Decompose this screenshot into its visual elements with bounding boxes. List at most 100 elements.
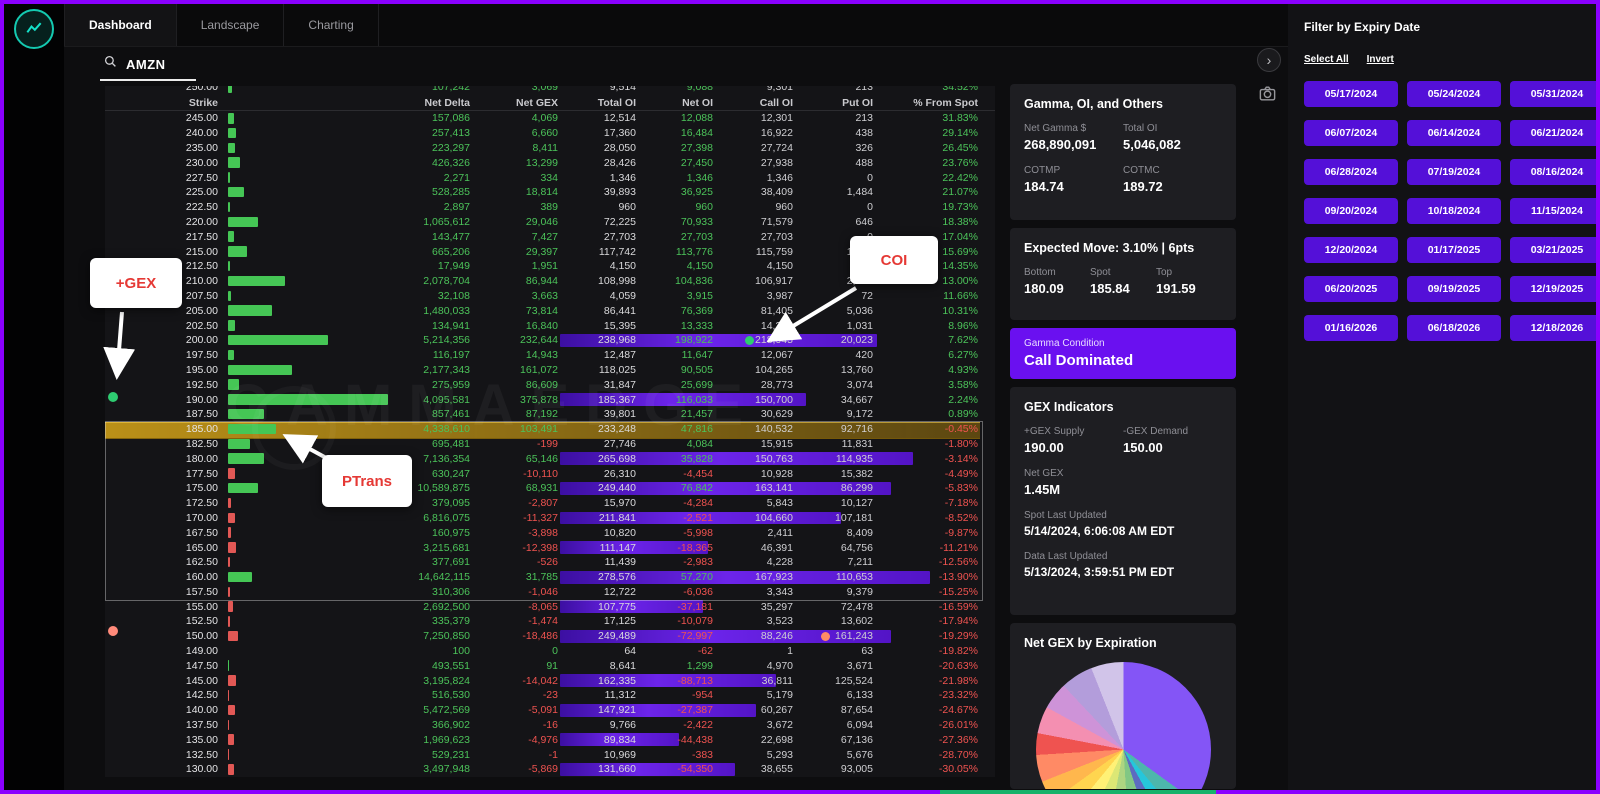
expiry-date-button[interactable]: 05/24/2024: [1407, 81, 1501, 107]
expiry-date-button[interactable]: 07/19/2024: [1407, 159, 1501, 185]
table-row[interactable]: 130.00 3,497,948 -5,869 131,660 -54,350 38,65…: [105, 762, 995, 777]
ticker-value[interactable]: AMZN: [126, 57, 166, 72]
expiry-date-button[interactable]: 09/19/2025: [1407, 276, 1501, 302]
table-row[interactable]: 165.00 3,215,681 -12,398 111,147 -18,365 46,3…: [105, 540, 995, 555]
table-row[interactable]: 187.50 857,461 87,192 39,801 21,457 30,629 9,1…: [105, 407, 995, 422]
table-row[interactable]: 202.50 134,941 16,840 15,395 13,333 14,364 1,0…: [105, 318, 995, 333]
cell-net-oi: 1,346: [686, 171, 713, 184]
stat-field: Bottom 180.09: [1024, 267, 1090, 296]
table-row[interactable]: 185.00 4,338,610 103,491 233,248 47,816 140,5…: [105, 421, 995, 439]
table-row[interactable]: 220.00 1,065,612 29,046 72,225 70,933 71,579 6…: [105, 215, 995, 230]
table-row[interactable]: 132.50 529,231 -1 10,969 -383 5,293 5,676 -28.7…: [105, 747, 995, 762]
table-row[interactable]: 175.00 10,589,875 68,931 249,440 76,842 163,1…: [105, 481, 995, 496]
table-row[interactable]: 205.00 1,480,033 73,814 86,441 76,369 81,405 5…: [105, 303, 995, 318]
cell-total-oi: 185,367: [598, 393, 636, 406]
expiry-date-button[interactable]: 05/31/2024: [1510, 81, 1600, 107]
table-row[interactable]: 222.50 2,897 389 960 960 960 0 19.73%: [105, 200, 995, 215]
cell-net-oi: 16,484: [680, 127, 713, 140]
cell-net-delta: 4,095,581: [423, 393, 470, 406]
table-row[interactable]: 140.00 5,472,569 -5,091 147,921 -27,387 60,26…: [105, 703, 995, 718]
table-row[interactable]: 135.00 1,969,623 -4,976 89,834 -44,438 22,698…: [105, 732, 995, 747]
table-row[interactable]: 152.50 335,379 -1,474 17,125 -10,079 3,523 13,…: [105, 614, 995, 629]
table-row[interactable]: 200.00 5,214,356 232,644 238,968 198,922 218,…: [105, 333, 995, 348]
table-row[interactable]: 157.50 310,306 -1,046 12,722 -6,036 3,343 9,37…: [105, 585, 995, 600]
cell-net-delta: 528,285: [432, 186, 470, 199]
cell-call-oi: 167,923: [755, 571, 793, 584]
tab-charting[interactable]: Charting: [284, 4, 379, 46]
table-row[interactable]: 240.00 257,413 6,660 17,360 16,484 16,922 438 2…: [105, 126, 995, 141]
table-row[interactable]: 190.00 4,095,581 375,878 185,367 116,033 150,…: [105, 392, 995, 407]
tab-landscape[interactable]: Landscape: [177, 4, 285, 46]
cell-pct-from-spot: 22.42%: [942, 171, 978, 184]
brand-logo-icon[interactable]: [14, 9, 54, 49]
expiry-date-button[interactable]: 06/18/2026: [1407, 315, 1501, 341]
cell-net-oi: 9,088: [686, 86, 713, 94]
table-row[interactable]: 192.50 275,959 86,609 31,847 25,699 28,773 3,0…: [105, 377, 995, 392]
stat-label: -GEX Demand: [1123, 426, 1189, 437]
expiry-date-button[interactable]: 09/20/2024: [1304, 198, 1398, 224]
column-header: Call OI: [759, 96, 793, 109]
cell-pct-from-spot: 8.96%: [948, 319, 978, 332]
select-all-link[interactable]: Select All: [1304, 54, 1349, 65]
expiry-date-button[interactable]: 06/14/2024: [1407, 120, 1501, 146]
expiry-date-button[interactable]: 12/20/2024: [1304, 237, 1398, 263]
expiry-date-button[interactable]: 12/19/2025: [1510, 276, 1600, 302]
collapse-chevron-button[interactable]: ›: [1257, 48, 1281, 72]
expiry-date-button[interactable]: 01/16/2026: [1304, 315, 1398, 341]
table-row[interactable]: 155.00 2,692,500 -8,065 107,775 -37,181 35,29…: [105, 599, 995, 614]
table-row[interactable]: 162.50 377,691 -526 11,439 -2,983 4,228 7,211 -…: [105, 555, 995, 570]
table-row[interactable]: 177.50 630,247 -10,110 26,310 -4,454 10,928 15…: [105, 466, 995, 481]
table-row[interactable]: 197.50 116,197 14,943 12,487 11,647 12,067 420…: [105, 348, 995, 363]
table-row[interactable]: 145.00 3,195,824 -14,042 162,335 -88,713 36,8…: [105, 673, 995, 688]
expiry-date-button[interactable]: 06/20/2025: [1304, 276, 1398, 302]
cell-put-oi: 86,299: [840, 482, 873, 495]
cell-call-oi: 5,179: [766, 689, 793, 702]
expiry-date-button[interactable]: 03/21/2025: [1510, 237, 1600, 263]
cell-put-oi: 72: [861, 289, 873, 302]
table-row[interactable]: 230.00 426,326 13,299 28,426 27,450 27,938 488…: [105, 155, 995, 170]
table-row[interactable]: 180.00 7,136,354 65,146 265,698 35,828 150,76…: [105, 451, 995, 466]
table-row[interactable]: 167.50 160,975 -3,898 10,820 -5,998 2,411 8,40…: [105, 525, 995, 540]
table-row[interactable]: 227.50 2,271 334 1,346 1,346 1,346 0 22.42%: [105, 170, 995, 185]
cell-total-oi: 11,312: [604, 689, 636, 702]
table-row[interactable]: 225.00 528,285 18,814 39,893 36,925 38,409 1,4…: [105, 185, 995, 200]
cell-strike: 140.00: [185, 704, 218, 717]
net-gex-pie-chart[interactable]: [1035, 662, 1211, 789]
cell-put-oi: 92,716: [840, 423, 873, 436]
annotation-gex: +GEX: [90, 258, 182, 308]
table-row[interactable]: 245.00 157,086 4,069 12,514 12,088 12,301 213 3…: [105, 111, 995, 126]
table-row[interactable]: 147.50 493,551 91 8,641 1,299 4,970 3,671 -20.6…: [105, 658, 995, 673]
cell-put-oi: 125,524: [835, 674, 873, 687]
cell-strike: 142.50: [185, 689, 218, 702]
invert-link[interactable]: Invert: [1367, 54, 1394, 65]
table-row[interactable]: 160.00 14,642,115 31,785 278,576 57,270 167,9…: [105, 570, 995, 585]
annotation-gex-label: +GEX: [115, 274, 157, 292]
table-row[interactable]: 207.50 32,108 3,663 4,059 3,915 3,987 72 11.66%: [105, 289, 995, 304]
expiry-date-button[interactable]: 08/16/2024: [1510, 159, 1600, 185]
expiry-date-button[interactable]: 05/17/2024: [1304, 81, 1398, 107]
table-row[interactable]: 170.00 6,816,075 -11,327 211,841 -2,521 104,6…: [105, 511, 995, 526]
expiry-date-button[interactable]: 01/17/2025: [1407, 237, 1501, 263]
expiry-date-button[interactable]: 06/07/2024: [1304, 120, 1398, 146]
ticker-search[interactable]: AMZN: [100, 52, 196, 81]
table-row[interactable]: 142.50 516,530 -23 11,312 -954 5,179 6,133 -23.…: [105, 688, 995, 703]
table-row[interactable]: 235.00 223,297 8,411 28,050 27,398 27,724 326 2…: [105, 141, 995, 156]
expiry-date-button[interactable]: 10/18/2024: [1407, 198, 1501, 224]
cell-net-gex: -18,486: [522, 630, 558, 643]
table-row[interactable]: 182.50 695,481 -199 27,746 4,084 15,915 11,831…: [105, 437, 995, 452]
expiry-date-button[interactable]: 06/28/2024: [1304, 159, 1398, 185]
stat-value: 190.00: [1024, 440, 1064, 455]
table-row[interactable]: 149.00 100 0 64 -62 1 63 -19.82%: [105, 644, 995, 659]
table-row[interactable]: 172.50 379,095 -2,807 15,970 -4,284 5,843 10,1…: [105, 496, 995, 511]
table-row[interactable]: 195.00 2,177,343 161,072 118,025 90,505 104,2…: [105, 363, 995, 378]
table-row[interactable]: 250.00 107,242 3,069 9,514 9,088 9,301 213 34.5…: [105, 86, 995, 95]
cell-call-oi: 163,141: [755, 482, 793, 495]
cell-call-oi: 5,293: [766, 748, 793, 761]
expiry-date-button[interactable]: 12/18/2026: [1510, 315, 1600, 341]
tab-dashboard[interactable]: Dashboard: [64, 4, 177, 46]
camera-icon[interactable]: [1258, 84, 1278, 104]
expiry-date-button[interactable]: 11/15/2024: [1510, 198, 1600, 224]
expiry-date-button[interactable]: 06/21/2024: [1510, 120, 1600, 146]
table-row[interactable]: 150.00 7,250,850 -18,486 249,489 -72,997 88,2…: [105, 629, 995, 644]
table-row[interactable]: 137.50 366,902 -16 9,766 -2,422 3,672 6,094 -26…: [105, 718, 995, 733]
